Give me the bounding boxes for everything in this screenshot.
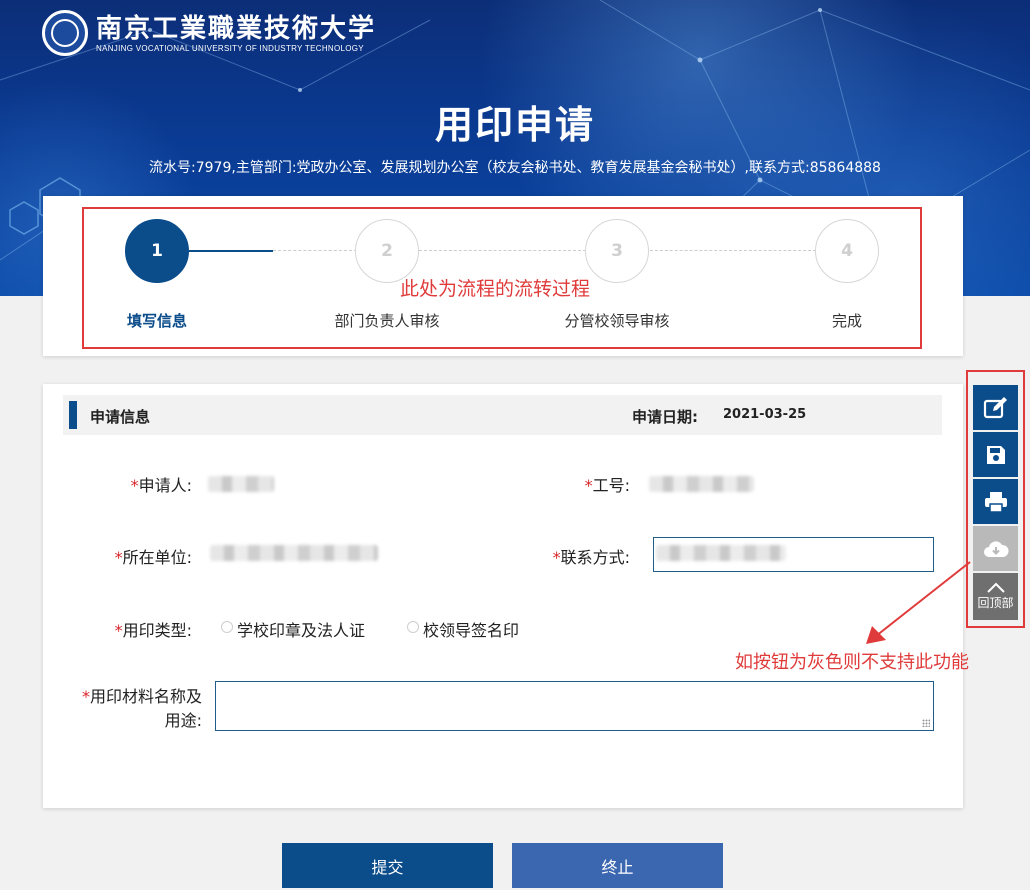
university-seal-icon xyxy=(42,10,88,56)
back-to-top-label: 回顶部 xyxy=(977,596,1014,610)
chevron-up-icon xyxy=(986,582,1005,593)
apply-date-value: 2021-03-25 xyxy=(723,407,807,422)
seal-type-radio-leader[interactable] xyxy=(407,621,419,633)
apply-date-label: 申请日期: xyxy=(632,408,698,426)
cloud-download-icon xyxy=(983,540,1009,557)
contact-value-redacted xyxy=(656,545,786,561)
seal-type-option-leader[interactable]: 校领导签名印 xyxy=(423,617,519,641)
contact-label: *联系方式: xyxy=(552,548,630,567)
material-textarea[interactable] xyxy=(215,681,934,731)
annotation-arrow xyxy=(866,561,971,644)
submit-button[interactable]: 提交 xyxy=(282,843,493,888)
staff-no-value-redacted xyxy=(649,476,754,492)
print-icon xyxy=(984,491,1007,513)
seal-type-radio-school[interactable] xyxy=(221,621,233,633)
tools-annotation-text: 如按钮为灰色则不支持此功能 xyxy=(735,652,969,673)
print-button[interactable] xyxy=(973,479,1018,524)
save-icon xyxy=(986,445,1005,464)
university-logo: 南京工業職業技術大学 NANJING VOCATIONAL UNIVERSITY… xyxy=(42,10,376,56)
staff-no-label: *工号: xyxy=(584,476,630,495)
edit-icon xyxy=(983,396,1007,418)
steps-annotation-text: 此处为流程的流转过程 xyxy=(400,278,591,300)
material-label: *用印材料名称及 用途: xyxy=(81,687,202,730)
page-title: 用印申请 xyxy=(434,103,595,147)
edit-button[interactable] xyxy=(973,385,1018,430)
save-button[interactable] xyxy=(973,432,1018,477)
unit-label: *所在单位: xyxy=(114,548,192,567)
stop-button[interactable]: 终止 xyxy=(512,843,723,888)
resize-handle-icon[interactable] xyxy=(922,719,930,727)
applicant-label: *申请人: xyxy=(130,476,192,495)
section-header xyxy=(63,395,942,435)
flow-info: 流水号:7979,主管部门:党政办公室、发展规划办公室（校友会秘书处、教育发展基… xyxy=(149,160,881,176)
seal-type-label: *用印类型: xyxy=(114,621,192,640)
logo-chinese-name: 南京工業職業技術大学 xyxy=(96,13,377,44)
section-title: 申请信息 xyxy=(90,408,151,426)
seal-type-option-school[interactable]: 学校印章及法人证 xyxy=(237,617,365,641)
applicant-value-redacted xyxy=(208,476,274,492)
unit-value-redacted xyxy=(210,545,378,561)
logo-english-name: NANJING VOCATIONAL UNIVERSITY OF INDUSTR… xyxy=(96,43,364,53)
form-card xyxy=(43,384,963,808)
